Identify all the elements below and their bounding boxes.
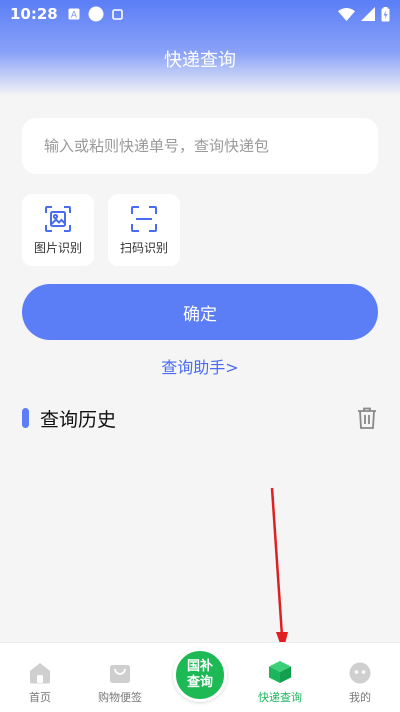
tab-shopping-notes-label: 购物便签	[98, 691, 142, 704]
notification-square-icon	[111, 8, 123, 20]
notification-circle-icon	[88, 6, 104, 22]
scan-frame-icon	[131, 205, 157, 232]
trash-icon[interactable]	[356, 406, 378, 430]
svg-text:A: A	[71, 11, 78, 21]
national-subsidy-query-button[interactable]: 国补 查询	[173, 648, 227, 702]
tab-express-query[interactable]: 快递查询	[250, 643, 310, 712]
tab-shopping-notes[interactable]: 购物便签	[88, 643, 152, 712]
shopping-bag-icon	[110, 665, 130, 683]
scan-code-button[interactable]: 扫码识别	[108, 194, 180, 266]
tab-home[interactable]: 首页	[10, 643, 70, 712]
tab-express-query-label: 快递查询	[258, 691, 302, 704]
signal-icon	[361, 7, 375, 21]
fab-label-line2: 查询	[186, 675, 213, 690]
notification-a-icon: A	[68, 8, 80, 20]
tracking-number-input[interactable]	[44, 137, 356, 155]
scan-code-label: 扫码识别	[119, 240, 168, 255]
page-title: 快递查询	[164, 50, 236, 71]
search-card[interactable]	[22, 118, 378, 174]
package-icon	[269, 661, 291, 683]
tab-profile-label: 我的	[349, 691, 371, 704]
image-recognition-button[interactable]: 图片识别	[22, 194, 94, 266]
query-history-header: 查询历史	[22, 404, 378, 432]
query-history-title: 查询历史	[40, 408, 117, 431]
home-icon	[30, 663, 50, 684]
battery-charging-icon	[381, 6, 390, 21]
image-scan-icon	[45, 205, 71, 232]
fab-label-line1: 国补	[186, 659, 213, 674]
tab-profile[interactable]: 我的	[332, 643, 388, 712]
annotation-arrow	[270, 487, 288, 652]
confirm-button[interactable]: 确定	[22, 284, 378, 340]
status-bar: 10:28 A	[0, 0, 400, 28]
query-helper-link[interactable]: 查询助手>	[0, 354, 400, 378]
tab-home-label: 首页	[29, 691, 51, 704]
image-recognition-label: 图片识别	[33, 240, 82, 255]
wifi-icon	[338, 7, 355, 21]
status-time: 10:28	[10, 5, 58, 23]
section-accent-bar	[22, 408, 29, 428]
profile-icon	[349, 662, 371, 684]
